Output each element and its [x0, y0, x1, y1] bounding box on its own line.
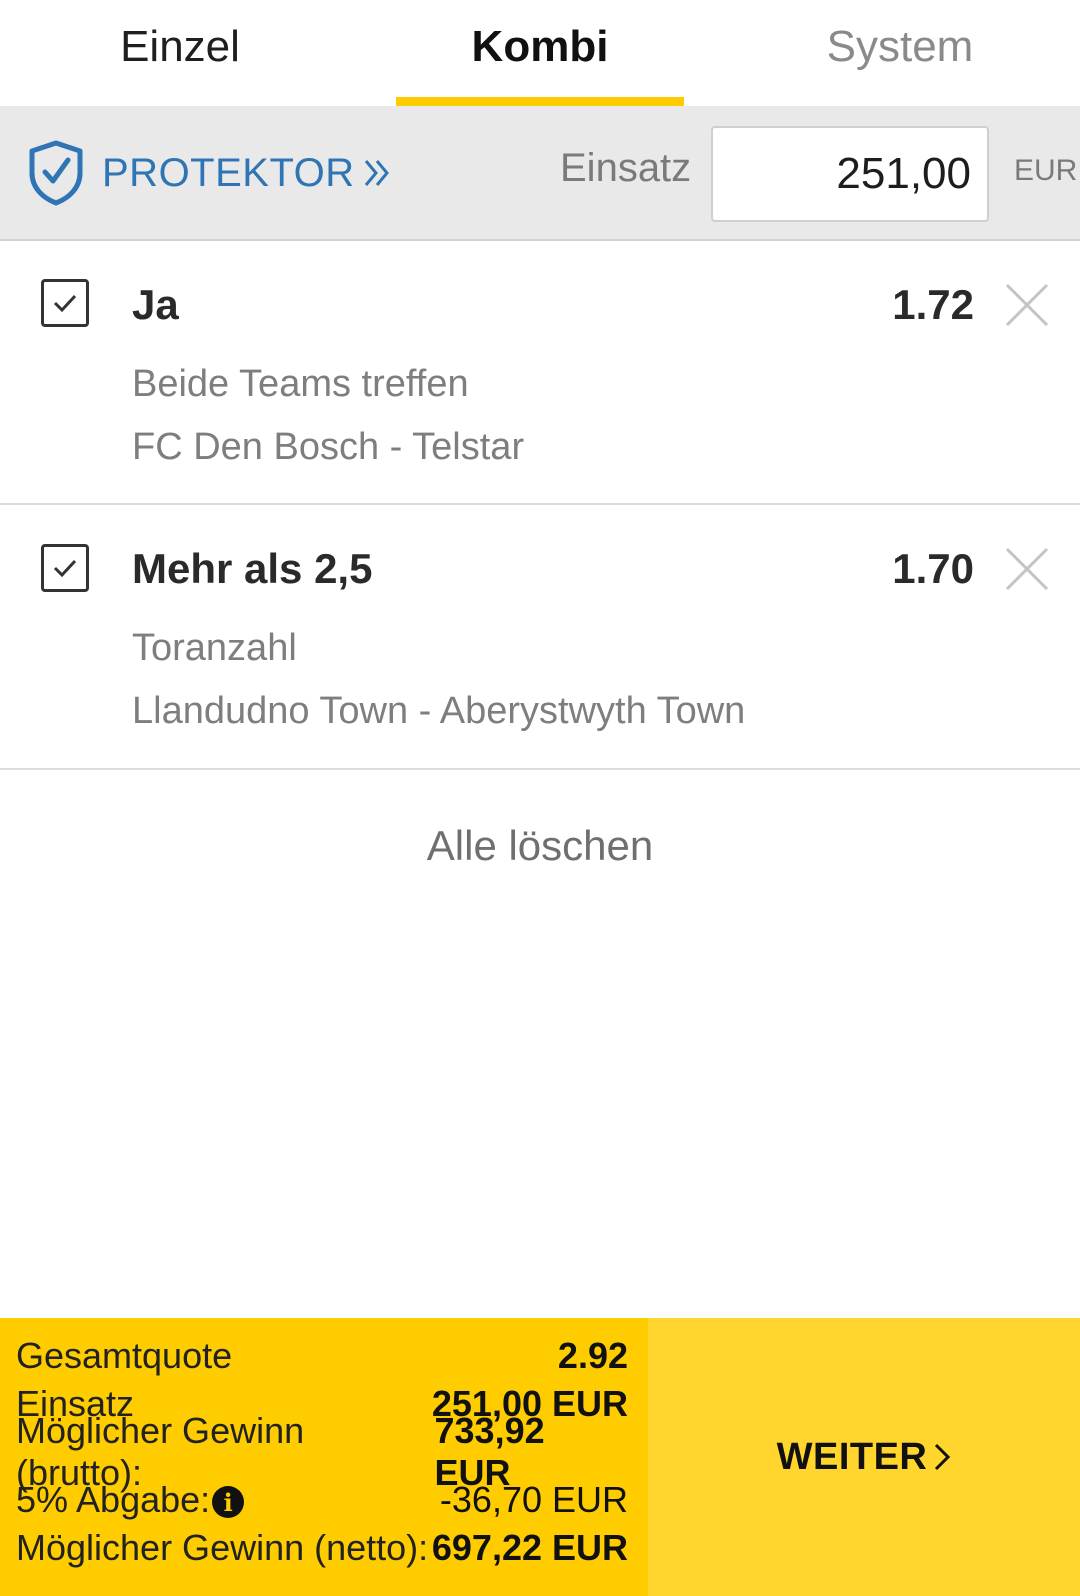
bet-odds: 1.72: [892, 281, 974, 328]
bet-item: Ja 1.72 Beide Teams treffen FC Den Bosch…: [0, 241, 1080, 505]
remove-bet-button[interactable]: [1005, 283, 1049, 327]
bet-match: Llandudno Town - Aberystwyth Town: [132, 690, 746, 732]
protektor-label: PROTEKTOR: [102, 150, 355, 195]
summary-value: -36,70 EUR: [439, 1479, 628, 1520]
shield-check-icon: [29, 140, 83, 206]
currency-label: EUR: [1014, 154, 1078, 187]
tab-kombi-label: Kombi: [471, 22, 609, 71]
bet-item: Mehr als 2,5 1.70 Toranzahl Llandudno To…: [0, 505, 1080, 770]
bet-selection: Mehr als 2,5: [132, 545, 373, 592]
summary-label: 5% Abgabe:: [16, 1479, 211, 1520]
summary-label: Möglicher Gewinn (netto):: [16, 1527, 429, 1568]
bet-selection: Ja: [132, 281, 179, 328]
summary-label-wrap: 5% Abgabe: i: [16, 1479, 245, 1521]
bet-type-tabs: Einzel Kombi System: [0, 0, 1080, 106]
summary-row-gewinn-netto: Möglicher Gewinn (netto): 697,22 EUR: [16, 1524, 628, 1572]
protektor-link[interactable]: PROTEKTOR: [28, 140, 391, 206]
bet-summary-footer: Gesamtquote 2.92 Einsatz 251,00 EUR Mögl…: [0, 1318, 1080, 1596]
close-icon: [1005, 547, 1049, 591]
summary-value: 697,22 EUR: [431, 1527, 628, 1568]
summary-row-gewinn-brutto: Möglicher Gewinn (brutto): 733,92 EUR: [16, 1410, 628, 1493]
close-icon: [1005, 283, 1049, 327]
summary-value: 2.92: [557, 1335, 628, 1376]
summary-panel: Gesamtquote 2.92 Einsatz 251,00 EUR Mögl…: [0, 1318, 648, 1596]
checkbox-checked-icon: [53, 294, 77, 313]
einsatz-label: Einsatz: [560, 146, 692, 190]
info-icon[interactable]: i: [212, 1486, 245, 1519]
tab-system[interactable]: System: [720, 0, 1080, 106]
double-chevron-right-icon: [364, 160, 389, 186]
clear-all-button[interactable]: Alle löschen: [0, 822, 1080, 870]
bet-market: Beide Teams treffen: [132, 363, 469, 405]
summary-row-gesamtquote: Gesamtquote 2.92: [16, 1332, 628, 1380]
next-button-label: WEITER: [776, 1435, 928, 1478]
tab-einzel[interactable]: Einzel: [0, 0, 360, 106]
active-tab-indicator: [396, 97, 684, 106]
chevron-right-icon: [935, 1443, 951, 1471]
next-button[interactable]: WEITER: [648, 1318, 1080, 1596]
stake-bar: PROTEKTOR Einsatz EUR: [0, 106, 1080, 241]
tab-einzel-label: Einzel: [120, 22, 240, 71]
bet-checkbox[interactable]: [41, 279, 89, 327]
stake-input[interactable]: [711, 126, 989, 222]
tab-system-label: System: [826, 22, 974, 71]
tab-kombi[interactable]: Kombi: [360, 0, 720, 106]
bet-checkbox[interactable]: [41, 544, 89, 592]
bet-market: Toranzahl: [132, 627, 297, 669]
checkbox-checked-icon: [53, 559, 77, 578]
bet-odds: 1.70: [892, 545, 974, 592]
bet-match: FC Den Bosch - Telstar: [132, 426, 525, 468]
summary-label: Gesamtquote: [16, 1335, 233, 1376]
remove-bet-button[interactable]: [1005, 547, 1049, 591]
